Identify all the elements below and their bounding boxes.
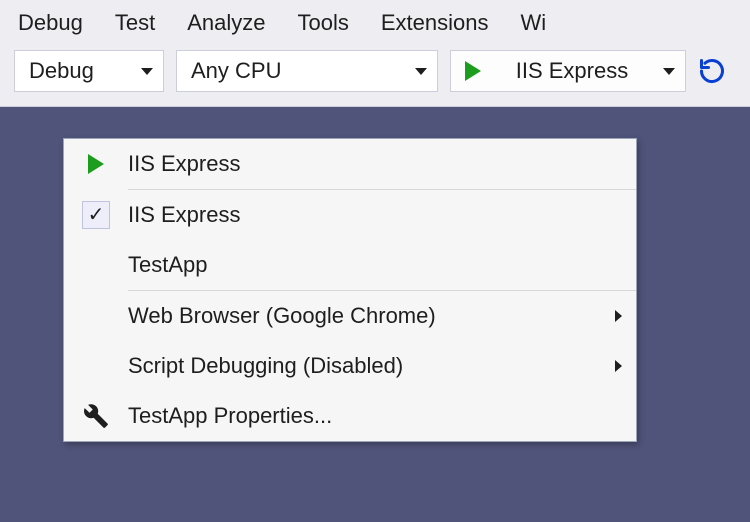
chevron-down-icon bbox=[141, 68, 153, 75]
dropdown-item-label: IIS Express bbox=[128, 151, 622, 177]
menu-debug[interactable]: Debug bbox=[18, 10, 83, 36]
dropdown-item-label: Script Debugging (Disabled) bbox=[128, 353, 615, 379]
dropdown-item-properties[interactable]: TestApp Properties... bbox=[64, 391, 636, 441]
check-icon: ✓ bbox=[82, 201, 110, 229]
menu-tools[interactable]: Tools bbox=[297, 10, 348, 36]
platform-combo[interactable]: Any CPU bbox=[176, 50, 438, 92]
dropdown-item-label: TestApp Properties... bbox=[128, 403, 622, 429]
dropdown-item-profile-testapp[interactable]: TestApp bbox=[64, 240, 636, 290]
toolbar: Debug Any CPU IIS Express bbox=[0, 50, 750, 106]
play-icon bbox=[465, 61, 481, 81]
chevron-down-icon bbox=[415, 68, 427, 75]
dropdown-item-label: TestApp bbox=[128, 252, 622, 278]
run-button[interactable]: IIS Express bbox=[450, 50, 686, 92]
config-combo[interactable]: Debug bbox=[14, 50, 164, 92]
chevron-right-icon bbox=[615, 310, 622, 322]
run-target-dropdown: IIS Express ✓ IIS Express TestApp Web Br… bbox=[63, 138, 637, 442]
dropdown-item-label: IIS Express bbox=[128, 202, 622, 228]
dropdown-item-iis-primary[interactable]: IIS Express bbox=[64, 139, 636, 189]
platform-value: Any CPU bbox=[191, 58, 281, 84]
menu-analyze[interactable]: Analyze bbox=[187, 10, 265, 36]
dropdown-item-browser[interactable]: Web Browser (Google Chrome) bbox=[64, 291, 636, 341]
chevron-down-icon bbox=[663, 68, 675, 75]
run-label: IIS Express bbox=[516, 58, 628, 84]
menubar: Debug Test Analyze Tools Extensions Wi bbox=[0, 0, 750, 50]
dropdown-item-profile-iis[interactable]: ✓ IIS Express bbox=[64, 190, 636, 240]
menu-window[interactable]: Wi bbox=[520, 10, 546, 36]
dropdown-item-script-debugging[interactable]: Script Debugging (Disabled) bbox=[64, 341, 636, 391]
menu-test[interactable]: Test bbox=[115, 10, 155, 36]
menu-extensions[interactable]: Extensions bbox=[381, 10, 489, 36]
config-value: Debug bbox=[29, 58, 94, 84]
refresh-icon[interactable] bbox=[698, 57, 726, 85]
dropdown-item-label: Web Browser (Google Chrome) bbox=[128, 303, 615, 329]
play-icon bbox=[88, 154, 104, 174]
chevron-right-icon bbox=[615, 360, 622, 372]
wrench-icon bbox=[83, 403, 109, 429]
